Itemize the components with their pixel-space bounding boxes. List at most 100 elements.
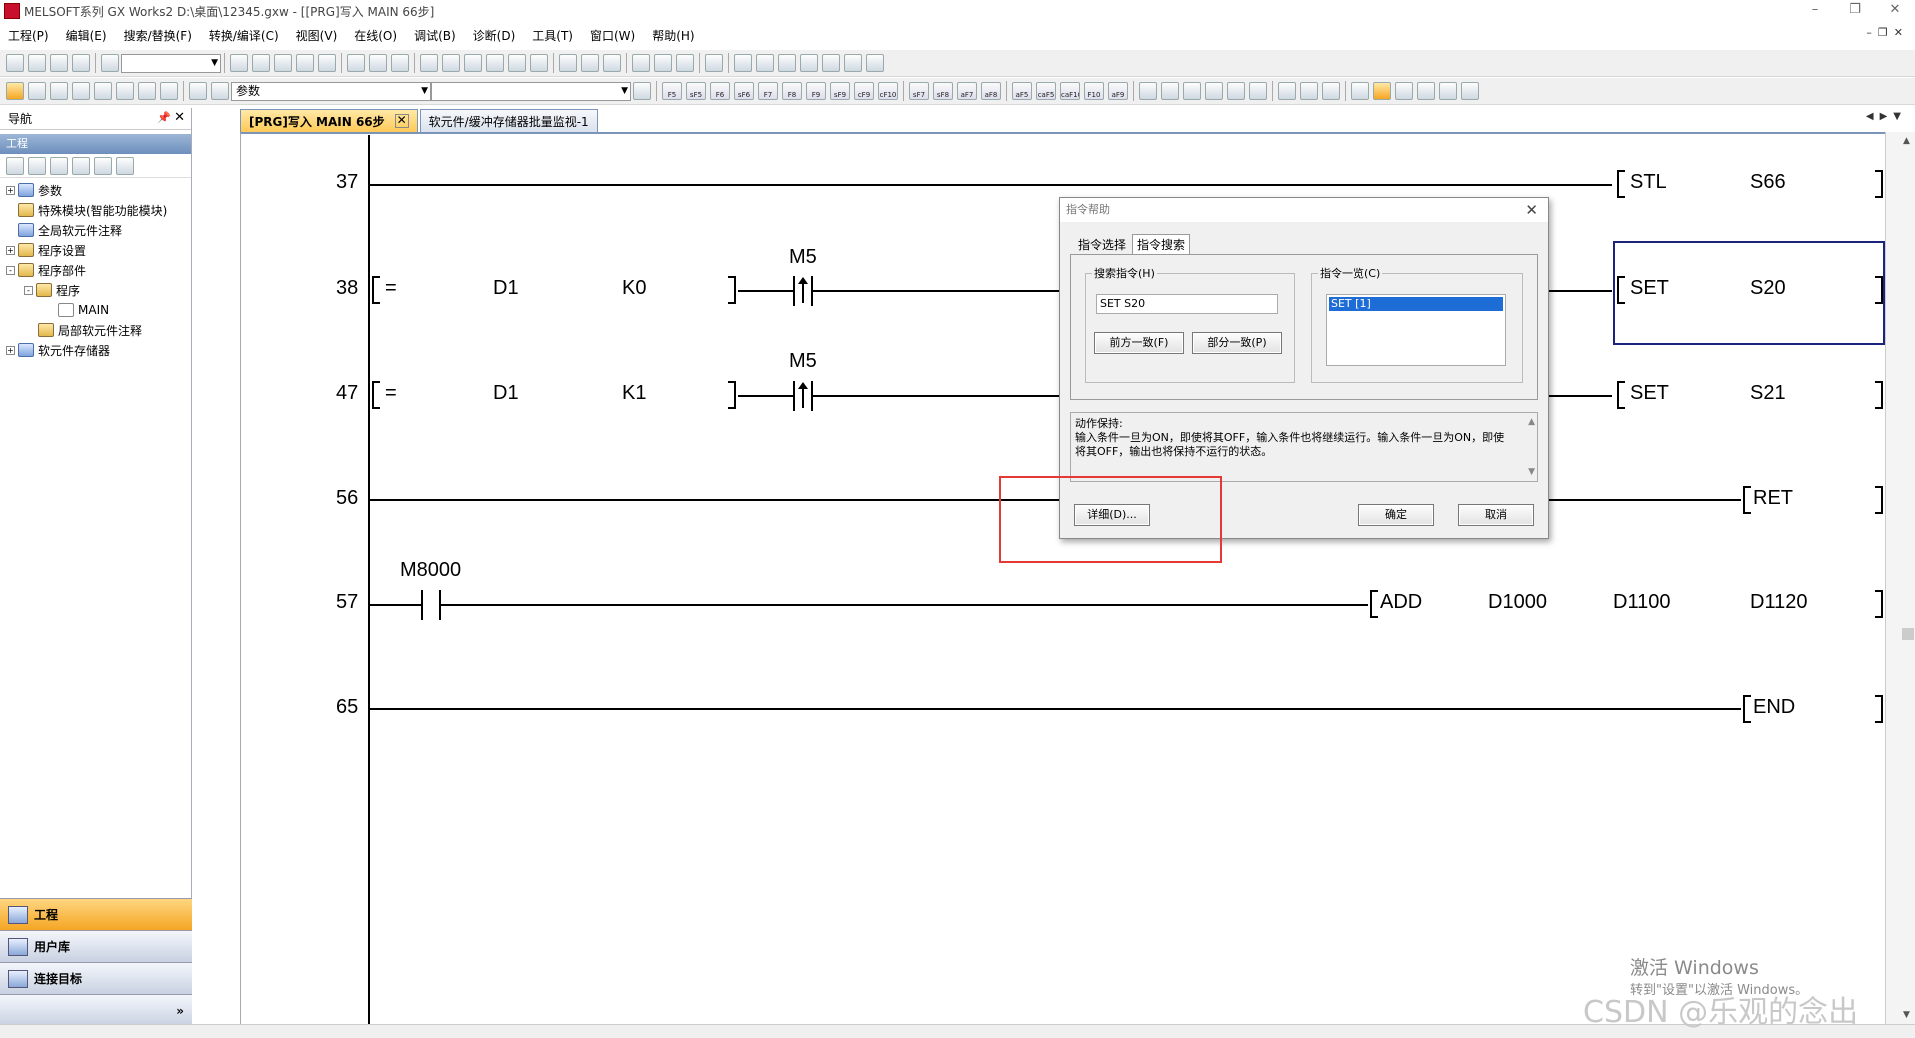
save-icon[interactable] bbox=[50, 54, 68, 72]
device-search-icon[interactable] bbox=[160, 82, 178, 100]
f5-contact-icon[interactable]: F5 bbox=[662, 82, 682, 100]
dialog-close-icon[interactable]: ✕ bbox=[1525, 198, 1538, 222]
search-device-icon[interactable] bbox=[1439, 82, 1457, 100]
f8-instruction-icon[interactable]: F8 bbox=[782, 82, 802, 100]
tree-item-special-module[interactable]: 特殊模块(智能功能模块) bbox=[0, 200, 191, 220]
tab-main-program[interactable]: [PRG]写入 MAIN 66步 ✕ bbox=[240, 109, 418, 132]
monitor-write-icon[interactable] bbox=[530, 54, 548, 72]
tree-property-icon[interactable] bbox=[72, 156, 90, 175]
ladder-tool-1-icon[interactable] bbox=[734, 54, 752, 72]
page-icon[interactable] bbox=[633, 82, 651, 100]
nav-connection-button[interactable]: 连接目标 bbox=[0, 962, 192, 994]
menu-online[interactable]: 在线(O) bbox=[352, 26, 399, 45]
open-icon[interactable] bbox=[28, 54, 46, 72]
instruction-operand[interactable]: D1120 bbox=[1750, 591, 1807, 614]
ladder-extra-4-icon[interactable] bbox=[1205, 82, 1223, 100]
instruction-name[interactable]: STL bbox=[1630, 171, 1667, 194]
instruction-operand[interactable]: S66 bbox=[1750, 171, 1786, 194]
binoculars-icon[interactable] bbox=[211, 82, 229, 100]
help-2-icon[interactable] bbox=[189, 82, 207, 100]
scroll-down-icon[interactable]: ▼ bbox=[1528, 465, 1535, 479]
instruction-list[interactable]: SET [1] bbox=[1326, 294, 1506, 366]
dev1-icon[interactable] bbox=[72, 82, 90, 100]
new-icon[interactable] bbox=[6, 54, 24, 72]
instruction-name[interactable]: SET bbox=[1630, 382, 1669, 405]
toolbar-combo-1[interactable]: ▼ bbox=[121, 53, 221, 73]
prefix-match-button[interactable]: 前方一致(F) bbox=[1094, 332, 1184, 354]
menu-tools[interactable]: 工具(T) bbox=[530, 26, 575, 45]
minimize-button[interactable]: – bbox=[1795, 0, 1835, 22]
compare-operator[interactable]: = bbox=[385, 382, 397, 405]
pin-icon[interactable]: 📌 bbox=[157, 111, 171, 124]
close-window-button[interactable]: ✕ bbox=[1875, 0, 1915, 22]
menu-view[interactable]: 视图(V) bbox=[294, 26, 340, 45]
instruction-name[interactable]: RET bbox=[1753, 487, 1793, 510]
sf9-vline-icon[interactable]: sF9 bbox=[830, 82, 850, 100]
menu-search[interactable]: 搜索/替换(F) bbox=[122, 26, 194, 45]
list-view-icon[interactable] bbox=[28, 82, 46, 100]
zoom-icon[interactable] bbox=[1395, 82, 1413, 100]
ladder-extra-1-icon[interactable] bbox=[1139, 82, 1157, 100]
replace-icon[interactable] bbox=[369, 54, 387, 72]
af8-pulse-icon[interactable]: aF8 bbox=[981, 82, 1001, 100]
zoom-out-icon[interactable] bbox=[1461, 82, 1479, 100]
project-view-icon[interactable] bbox=[6, 82, 24, 100]
partial-match-button[interactable]: 部分一致(P) bbox=[1192, 332, 1282, 354]
ladder-extra-9-icon[interactable] bbox=[1322, 82, 1340, 100]
ladder-tool-6-icon[interactable] bbox=[844, 54, 862, 72]
tab-instruction-select[interactable]: 指令选择 bbox=[1074, 235, 1130, 255]
af9-delete-line-icon[interactable]: aF9 bbox=[1108, 82, 1128, 100]
search-instruction-input[interactable]: SET S20 bbox=[1096, 294, 1278, 314]
menu-help[interactable]: 帮助(H) bbox=[650, 26, 696, 45]
tree-item-global-comment[interactable]: 全局软元件注释 bbox=[0, 220, 191, 240]
instruction-name[interactable]: ADD bbox=[1380, 591, 1422, 614]
cf9-delete-hline-icon[interactable]: cF9 bbox=[854, 82, 874, 100]
parameter-combo[interactable]: 参数 ▼ bbox=[231, 81, 431, 101]
ladder-extra-8-icon[interactable] bbox=[1300, 82, 1318, 100]
scroll-thumb[interactable] bbox=[1902, 628, 1914, 640]
rising-edge-contact[interactable] bbox=[793, 381, 813, 411]
cut-icon[interactable] bbox=[230, 54, 248, 72]
conversion-icon[interactable] bbox=[632, 54, 650, 72]
ladder-extra-3-icon[interactable] bbox=[1183, 82, 1201, 100]
ladder-extra-7-icon[interactable] bbox=[1278, 82, 1296, 100]
tree-refresh-icon[interactable] bbox=[94, 156, 112, 175]
f7-coil-icon[interactable]: F7 bbox=[758, 82, 778, 100]
restore-button[interactable]: ❐ bbox=[1835, 0, 1875, 22]
scroll-up-icon[interactable]: ▲ bbox=[1528, 415, 1535, 429]
sf7-pulse-icon[interactable]: sF7 bbox=[909, 82, 929, 100]
compare-operand-1[interactable]: D1 bbox=[493, 277, 519, 300]
online-change-icon[interactable] bbox=[676, 54, 694, 72]
new-data-icon[interactable] bbox=[6, 156, 24, 175]
dev3-icon[interactable] bbox=[116, 82, 134, 100]
af5-icon[interactable]: aF5 bbox=[1012, 82, 1032, 100]
verify-plc-icon[interactable] bbox=[464, 54, 482, 72]
ladder-extra-5-icon[interactable] bbox=[1227, 82, 1245, 100]
tree-item-program-parts[interactable]: - 程序部件 bbox=[0, 260, 191, 280]
tree-item-program-setting[interactable]: + 程序设置 bbox=[0, 240, 191, 260]
menu-diagnostics[interactable]: 诊断(D) bbox=[471, 26, 518, 45]
menu-debug[interactable]: 调试(B) bbox=[412, 26, 458, 45]
nav-user-library-button[interactable]: 用户库 bbox=[0, 930, 192, 962]
copy-icon[interactable] bbox=[252, 54, 270, 72]
paste-icon[interactable] bbox=[274, 54, 292, 72]
tree-item-parameter[interactable]: + 参数 bbox=[0, 180, 191, 200]
undo-icon[interactable] bbox=[296, 54, 314, 72]
dev2-icon[interactable] bbox=[94, 82, 112, 100]
ok-button[interactable]: 确定 bbox=[1358, 504, 1434, 526]
cf10-delete-vline-icon[interactable]: cF10 bbox=[878, 82, 898, 100]
window-icon[interactable] bbox=[50, 82, 68, 100]
mdi-controls[interactable]: –❐✕ bbox=[1866, 26, 1909, 39]
f10-line-icon[interactable]: F10 bbox=[1084, 82, 1104, 100]
f9-hline-icon[interactable]: F9 bbox=[806, 82, 826, 100]
tab-scroll-arrows[interactable]: ◀▶▼ bbox=[1866, 111, 1907, 122]
menu-window[interactable]: 窗口(W) bbox=[588, 26, 637, 45]
print-icon[interactable] bbox=[72, 54, 90, 72]
compare-operator[interactable]: = bbox=[385, 277, 397, 300]
find-icon[interactable] bbox=[347, 54, 365, 72]
scroll-down-icon[interactable]: ▼ bbox=[1903, 1010, 1910, 1020]
tab-device-batch-monitor[interactable]: 软元件/缓冲存储器批量监视-1 bbox=[419, 109, 598, 132]
tree-item-main[interactable]: MAIN bbox=[0, 300, 191, 320]
remote-op-icon[interactable] bbox=[603, 54, 621, 72]
scroll-up-icon[interactable]: ▲ bbox=[1903, 136, 1910, 146]
